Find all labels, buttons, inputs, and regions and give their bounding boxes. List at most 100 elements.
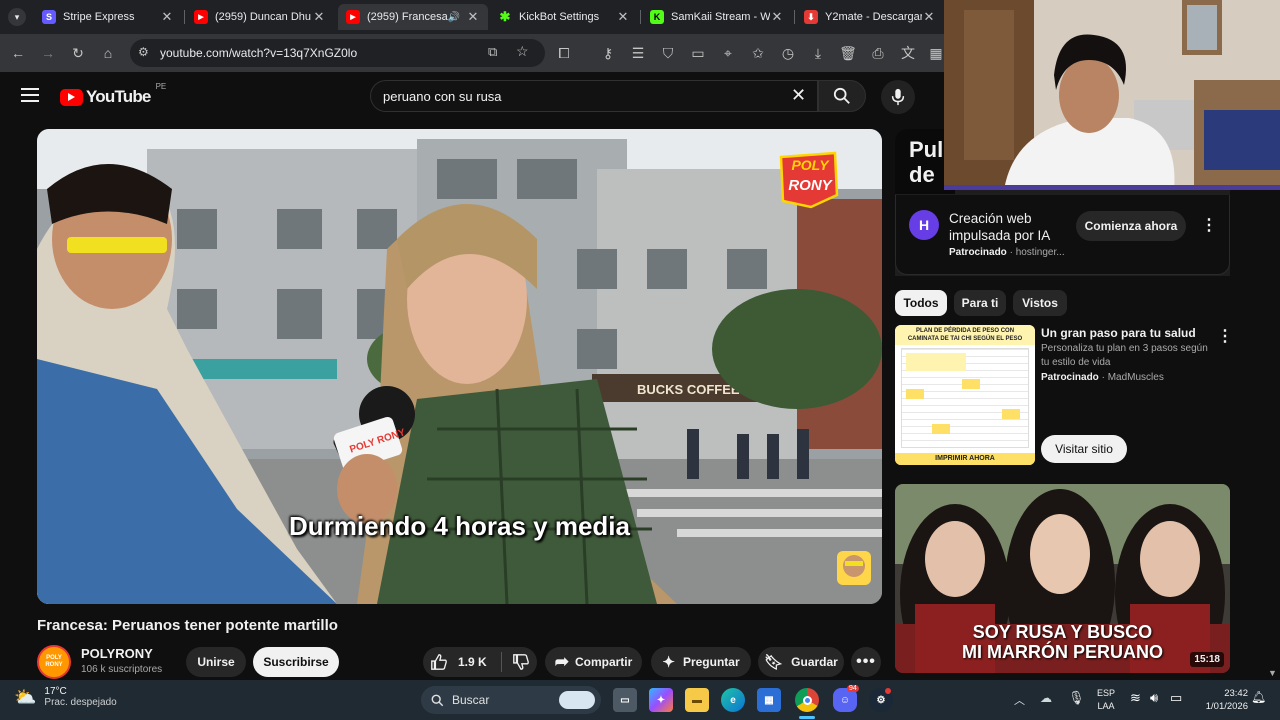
chip-for-you[interactable]: Para ti [954,290,1006,316]
reading-list-icon[interactable]: ☰ [628,43,648,63]
sponsored-label: Patrocinado [1041,372,1099,383]
close-tab-icon[interactable]: ✕ [770,9,784,25]
microphone-tray-icon[interactable]: 🎙︎ [1068,690,1085,706]
battery-icon[interactable]: ▭ [1170,690,1182,706]
home-icon[interactable]: ⌂ [98,43,118,63]
menu-hamburger-icon[interactable] [21,88,39,102]
apps-grid-icon[interactable]: ▦ [926,43,946,63]
tab-search-button[interactable]: ▾ [8,8,26,26]
tab-kickbot-settings[interactable]: ✱ KickBot Settings ✕ [490,4,638,30]
back-icon[interactable]: ← [8,43,28,63]
show-hidden-icons-chevron-icon[interactable]: ︿ [1014,692,1025,708]
visit-site-button[interactable]: Visitar sitio [1041,435,1127,463]
windows-start-icon[interactable] [389,690,409,710]
ask-label: Preguntar [682,655,740,669]
history-icon[interactable]: ◷ [778,43,798,63]
ad-madmuscles-title[interactable]: Un gran paso para tu salud [1041,326,1196,340]
location-pin-icon[interactable]: ⌖ [718,43,738,63]
onedrive-cloud-icon[interactable]: ☁ [1040,691,1052,705]
voice-search-button[interactable] [881,80,915,114]
notification-bell-icon[interactable]: 🔔︎ [1251,690,1266,704]
thumb-print-cta: IMPRIMIR AHORA [895,453,1035,465]
stripe-favicon-icon: S [42,10,56,24]
chrome-icon[interactable] [795,688,819,712]
ad-cta-button[interactable]: Comienza ahora [1076,211,1186,241]
install-app-icon[interactable]: ⧉ [488,44,497,60]
search-button[interactable] [818,80,866,112]
favorites-icon[interactable]: ✩ [748,43,768,63]
chip-watched[interactable]: Vistos [1013,290,1067,316]
tab-francesa-active[interactable]: ▶ (2959) Francesa: 🔊 ✕ [338,4,488,30]
bookmark-star-icon[interactable]: ☆ [516,43,529,60]
ad-options-icon[interactable]: ⋮ [1217,326,1233,346]
tab-duncan-dhu[interactable]: ▶ (2959) Duncan Dhu ✕ [186,4,334,30]
address-bar[interactable]: ⚙ youtube.com/watch?v=13q7XnGZ0lo ⧉ ☆ [130,39,545,67]
extensions-icon[interactable]: ⧠ [554,43,574,63]
browser-toolbar: ← → ↻ ⌂ ⚙ youtube.com/watch?v=13q7XnGZ0l… [0,34,944,72]
save-button[interactable]: 🔖︎ Guardar [758,647,844,677]
more-actions-button[interactable]: ••• [851,647,881,677]
close-tab-icon[interactable]: ✕ [616,9,630,25]
y2mate-favicon-icon: ⬇ [804,10,818,24]
share-button[interactable]: ➦ Compartir [545,647,642,677]
edge-icon[interactable]: e [721,688,745,712]
dislike-button[interactable] [512,653,530,671]
subscribe-button[interactable]: Suscribirse [253,647,339,677]
wifi-icon[interactable]: ≋ [1130,690,1141,706]
youtube-play-icon [60,88,83,106]
thumbs-up-icon [431,654,447,670]
translate-icon[interactable]: 文 [898,43,918,63]
close-tab-icon[interactable]: ✕ [466,9,480,25]
microsoft-store-icon[interactable]: ▦ [757,688,781,712]
search-input[interactable]: peruano con su rusa ✕ [370,80,818,112]
tab-groups-icon[interactable]: ⛉ [658,43,678,63]
delete-browsing-data-icon[interactable]: 🗑 [838,43,858,63]
youtube-logo[interactable]: YouTube PE [60,82,166,107]
task-view-icon[interactable]: ▭ [613,688,637,712]
ad-options-icon[interactable]: ⋮ [1201,215,1217,235]
site-info-icon[interactable]: ⚙ [138,45,149,59]
video-player[interactable]: BUCKS COFFEE POLY RONY POLY RONY Durmien… [37,129,882,604]
channel-avatar[interactable]: POLY RONY [37,645,71,679]
sidebar: Pul de H Creación web impulsada por IA P… [895,129,1233,689]
recommended-video-thumbnail[interactable]: SOY RUSA Y BUSCO MI MARRÓN PERUANO 15:18 [895,484,1230,673]
volume-icon[interactable]: 🔊︎ [1150,690,1158,706]
ad-madmuscles-description: Personaliza tu plan en 3 pasos según tu … [1041,343,1208,368]
thumb-overlay-text-2: MI MARRÓN PERUANO [962,642,1163,662]
language-code: ESP [1097,688,1116,698]
password-key-icon[interactable]: ⚷ [598,43,618,63]
channel-name[interactable]: POLYRONY [81,646,153,661]
close-tab-icon[interactable]: ✕ [312,9,326,25]
join-button[interactable]: Unirse [186,647,246,677]
close-tab-icon[interactable]: ✕ [922,9,936,25]
forward-icon[interactable]: → [38,43,58,63]
ask-button[interactable]: ✦ Preguntar [651,647,751,677]
ad-hostinger[interactable]: H Creación web impulsada por IA Patrocin… [895,195,1230,275]
clock[interactable]: 23:42 1/01/2026 [1196,687,1248,713]
tab-y2mate[interactable]: ⬇ Y2mate - Descargar ✕ [796,4,944,30]
scroll-down-arrow-icon[interactable]: ▼ [1268,668,1277,678]
like-button[interactable]: 1.9 K [423,653,487,671]
close-tab-icon[interactable]: ✕ [160,9,174,25]
file-explorer-icon[interactable]: ▬ [685,688,709,712]
ad-madmuscles-thumbnail[interactable]: PLAN DE PÉRDIDA DE PESO CON CAMINATA DE … [895,325,1035,465]
taskbar-search-label: Buscar [452,693,490,707]
tab-stripe-express[interactable]: S Stripe Express ✕ [34,4,182,30]
advertiser-name: hostinger... [1015,247,1065,258]
print-icon[interactable]: ⎙ [868,43,888,63]
payment-card-icon[interactable]: ▭ [688,43,708,63]
downloads-icon[interactable]: ⤓ [808,43,828,63]
tab-title: Stripe Express [63,11,135,23]
taskbar-search-box[interactable]: Buscar [421,686,601,714]
clock-time: 23:42 [1224,688,1248,699]
clear-search-icon[interactable]: ✕ [791,85,806,106]
tab-title: (2959) Francesa: [367,11,448,23]
language-indicator[interactable]: ESP LAA [1097,687,1115,713]
tab-samkaii-stream[interactable]: K SamKaii Stream - Wa ✕ [642,4,792,30]
weather-widget[interactable]: ⛅ 17°C Prac. despejado [14,686,117,708]
speaker-icon[interactable]: 🔊 [448,12,460,23]
subscriber-count: 106 k suscriptores [81,664,163,675]
reload-icon[interactable]: ↻ [68,43,88,63]
copilot-icon[interactable]: ✦ [649,688,673,712]
chip-all[interactable]: Todos [895,290,947,316]
